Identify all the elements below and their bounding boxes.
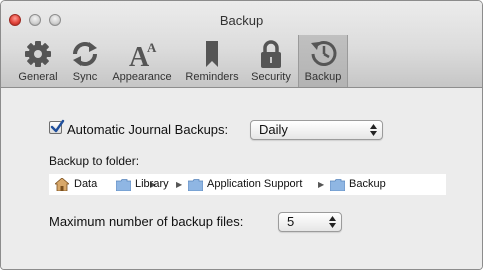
svg-text:A: A [147, 40, 157, 55]
tab-sync[interactable]: Sync [67, 35, 103, 87]
checkmark-icon [50, 119, 65, 133]
home-icon [55, 178, 69, 191]
backup-folder-label: Backup to folder: [49, 154, 140, 168]
folder-icon [330, 179, 345, 191]
gear-icon [25, 41, 51, 67]
folder-icon [116, 179, 131, 191]
tab-reminders[interactable]: Reminders [181, 35, 243, 87]
auto-backup-checkbox[interactable] [49, 119, 65, 134]
backup-pane: Automatic Journal Backups: Daily Backup … [1, 88, 482, 269]
max-backups-select[interactable]: 5 [278, 212, 342, 232]
bookmark-icon [206, 41, 218, 67]
max-backups-value: 5 [287, 214, 295, 229]
updown-arrows-icon [329, 216, 336, 228]
tab-general[interactable]: General [13, 35, 63, 87]
tab-backup[interactable]: Backup [298, 35, 348, 87]
window-title: Backup [219, 13, 264, 28]
backup-frequency-select[interactable]: Daily [250, 120, 383, 140]
tab-reminders-label: Reminders [185, 71, 239, 83]
tab-appearance-label: Appearance [112, 71, 172, 83]
path-item-label: Library [135, 178, 169, 190]
auto-backup-label: Automatic Journal Backups: [67, 122, 229, 137]
tab-sync-label: Sync [72, 71, 98, 83]
tab-appearance[interactable]: A A Appearance [109, 35, 175, 87]
path-separator-icon: ▶ [176, 180, 183, 189]
lock-icon [261, 40, 281, 68]
folder-icon [188, 179, 203, 191]
tab-general-label: General [18, 71, 58, 83]
path-item-label: Data [74, 178, 98, 190]
backup-folder-path[interactable]: Data ▶ Library ▶ Application Support ▶ B… [49, 174, 446, 195]
tab-security[interactable]: Security [247, 35, 295, 87]
tab-backup-label: Backup [304, 71, 342, 83]
path-separator-icon: ▶ [318, 180, 325, 189]
path-item-label: Backup [349, 178, 386, 190]
backup-frequency-value: Daily [259, 122, 288, 137]
tab-security-label: Security [251, 71, 291, 83]
max-backups-label: Maximum number of backup files: [49, 214, 244, 229]
time-machine-icon [311, 41, 337, 66]
sync-arrows-icon [73, 42, 97, 66]
title-toolbar: Backup General Sync A A Appearance Remin… [1, 1, 482, 88]
font-icon: A A [129, 40, 157, 69]
path-item-label: Application Support [207, 178, 303, 190]
preferences-window: Backup General Sync A A Appearance Remin… [0, 0, 483, 270]
updown-arrows-icon [370, 124, 377, 136]
